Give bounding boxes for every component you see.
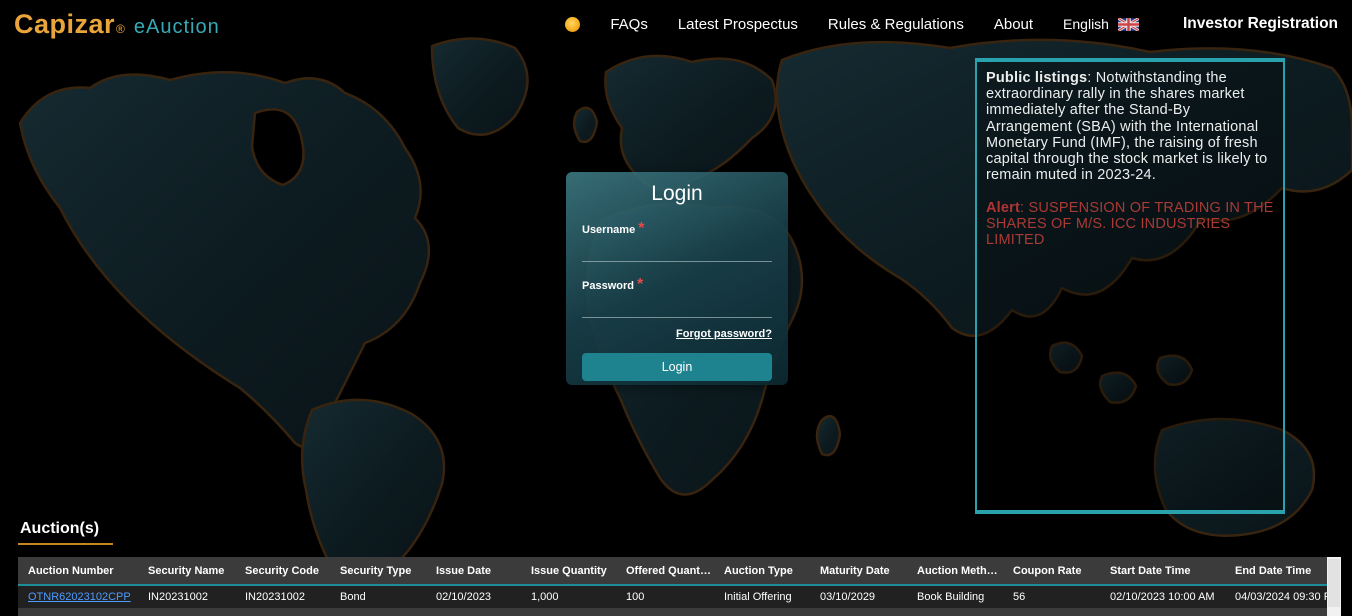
cell-security-code: IN20231002	[235, 585, 330, 608]
login-button[interactable]: Login	[582, 353, 772, 381]
public-listings-text: : Notwithstanding the extraordinary rall…	[986, 70, 1267, 183]
col-header-start-date-time[interactable]: Start Date Time	[1100, 557, 1225, 585]
col-header-coupon-rate[interactable]: Coupon Rate	[1003, 557, 1100, 585]
scrollbar-thumb[interactable]	[1328, 559, 1340, 607]
username-required-marker: *	[638, 220, 644, 237]
brand-name: Capizar	[14, 9, 115, 40]
table-vertical-scrollbar[interactable]	[1327, 557, 1341, 616]
col-header-security-code[interactable]: Security Code	[235, 557, 330, 585]
alert-paragraph: Alert: SUSPENSION OF TRADING IN THE SHAR…	[986, 200, 1274, 249]
cell-maturity-date: 03/10/2029	[810, 585, 907, 608]
cell-end-date-time: 04/03/2024 09:30 PM	[1225, 585, 1327, 608]
col-header-issue-date[interactable]: Issue Date	[426, 557, 521, 585]
auction-number-link[interactable]: OTNR62023102CPP	[28, 591, 131, 603]
cell-security-name: IN20231002	[138, 585, 235, 608]
password-field-group: Password*	[582, 276, 772, 318]
public-listings-paragraph: Public listings: Notwithstanding the ext…	[986, 70, 1274, 184]
col-header-offered-quantity[interactable]: Offered Quant…	[616, 557, 714, 585]
col-header-end-date-time[interactable]: End Date Time	[1225, 557, 1327, 585]
language-selector[interactable]: English	[1063, 16, 1139, 32]
registered-trademark: ®	[116, 22, 125, 36]
auctions-table-container: Auction Number Security Name Security Co…	[18, 557, 1341, 616]
col-header-auction-number[interactable]: Auction Number	[18, 557, 138, 585]
uk-flag-icon	[1118, 18, 1139, 31]
cell-issue-quantity: 1,000	[521, 585, 616, 608]
app-logo[interactable]: Capizar® eAuction	[14, 9, 220, 40]
nav-item-about[interactable]: About	[994, 16, 1033, 33]
cell-coupon-rate: 56	[1003, 585, 1100, 608]
nav-item-latest-prospectus[interactable]: Latest Prospectus	[678, 16, 798, 33]
cell-security-type: Bond	[330, 585, 426, 608]
password-label: Password	[582, 280, 634, 292]
col-header-auction-method[interactable]: Auction Meth…	[907, 557, 1003, 585]
table-row: OTNR62023102CPP IN20231002 IN20231002 Bo…	[18, 585, 1327, 608]
cell-auction-number: OTNR62023102CPP	[18, 585, 138, 608]
language-label: English	[1063, 16, 1109, 32]
investor-registration-link[interactable]: Investor Registration	[1183, 15, 1338, 33]
login-panel: Login Username* Password* Forgot passwor…	[566, 172, 788, 385]
theme-toggle-sun-icon[interactable]	[565, 17, 580, 32]
alert-text: : SUSPENSION OF TRADING IN THE SHARES OF…	[986, 200, 1274, 248]
col-header-maturity-date[interactable]: Maturity Date	[810, 557, 907, 585]
public-listings-label: Public listings	[986, 70, 1087, 86]
cell-offered-quantity: 100	[616, 585, 714, 608]
nav-item-faqs[interactable]: FAQs	[610, 16, 648, 33]
col-header-security-type[interactable]: Security Type	[330, 557, 426, 585]
auctions-table: Auction Number Security Name Security Co…	[18, 557, 1327, 608]
col-header-issue-quantity[interactable]: Issue Quantity	[521, 557, 616, 585]
main-nav: FAQs Latest Prospectus Rules & Regulatio…	[565, 15, 1338, 33]
username-label: Username	[582, 224, 635, 236]
nav-item-rules-regulations[interactable]: Rules & Regulations	[828, 16, 964, 33]
col-header-security-name[interactable]: Security Name	[138, 557, 235, 585]
cell-auction-type: Initial Offering	[714, 585, 810, 608]
username-field-group: Username*	[582, 220, 772, 262]
cell-auction-method: Book Building	[907, 585, 1003, 608]
auctions-heading: Auction(s)	[18, 520, 113, 545]
cell-start-date-time: 02/10/2023 10:00 AM	[1100, 585, 1225, 608]
table-next-row-strip	[18, 608, 1327, 616]
forgot-password-link[interactable]: Forgot password?	[582, 328, 772, 340]
login-title: Login	[582, 182, 772, 206]
table-header-row: Auction Number Security Name Security Co…	[18, 557, 1327, 585]
cell-issue-date: 02/10/2023	[426, 585, 521, 608]
password-input[interactable]	[582, 294, 772, 318]
col-header-auction-type[interactable]: Auction Type	[714, 557, 810, 585]
brand-product-name: eAuction	[134, 16, 220, 39]
password-required-marker: *	[637, 276, 643, 293]
top-navigation-bar: Capizar® eAuction FAQs Latest Prospectus…	[0, 0, 1352, 48]
alert-label: Alert	[986, 200, 1020, 216]
public-listings-announcement-box: Public listings: Notwithstanding the ext…	[975, 58, 1285, 514]
username-input[interactable]	[582, 238, 772, 262]
